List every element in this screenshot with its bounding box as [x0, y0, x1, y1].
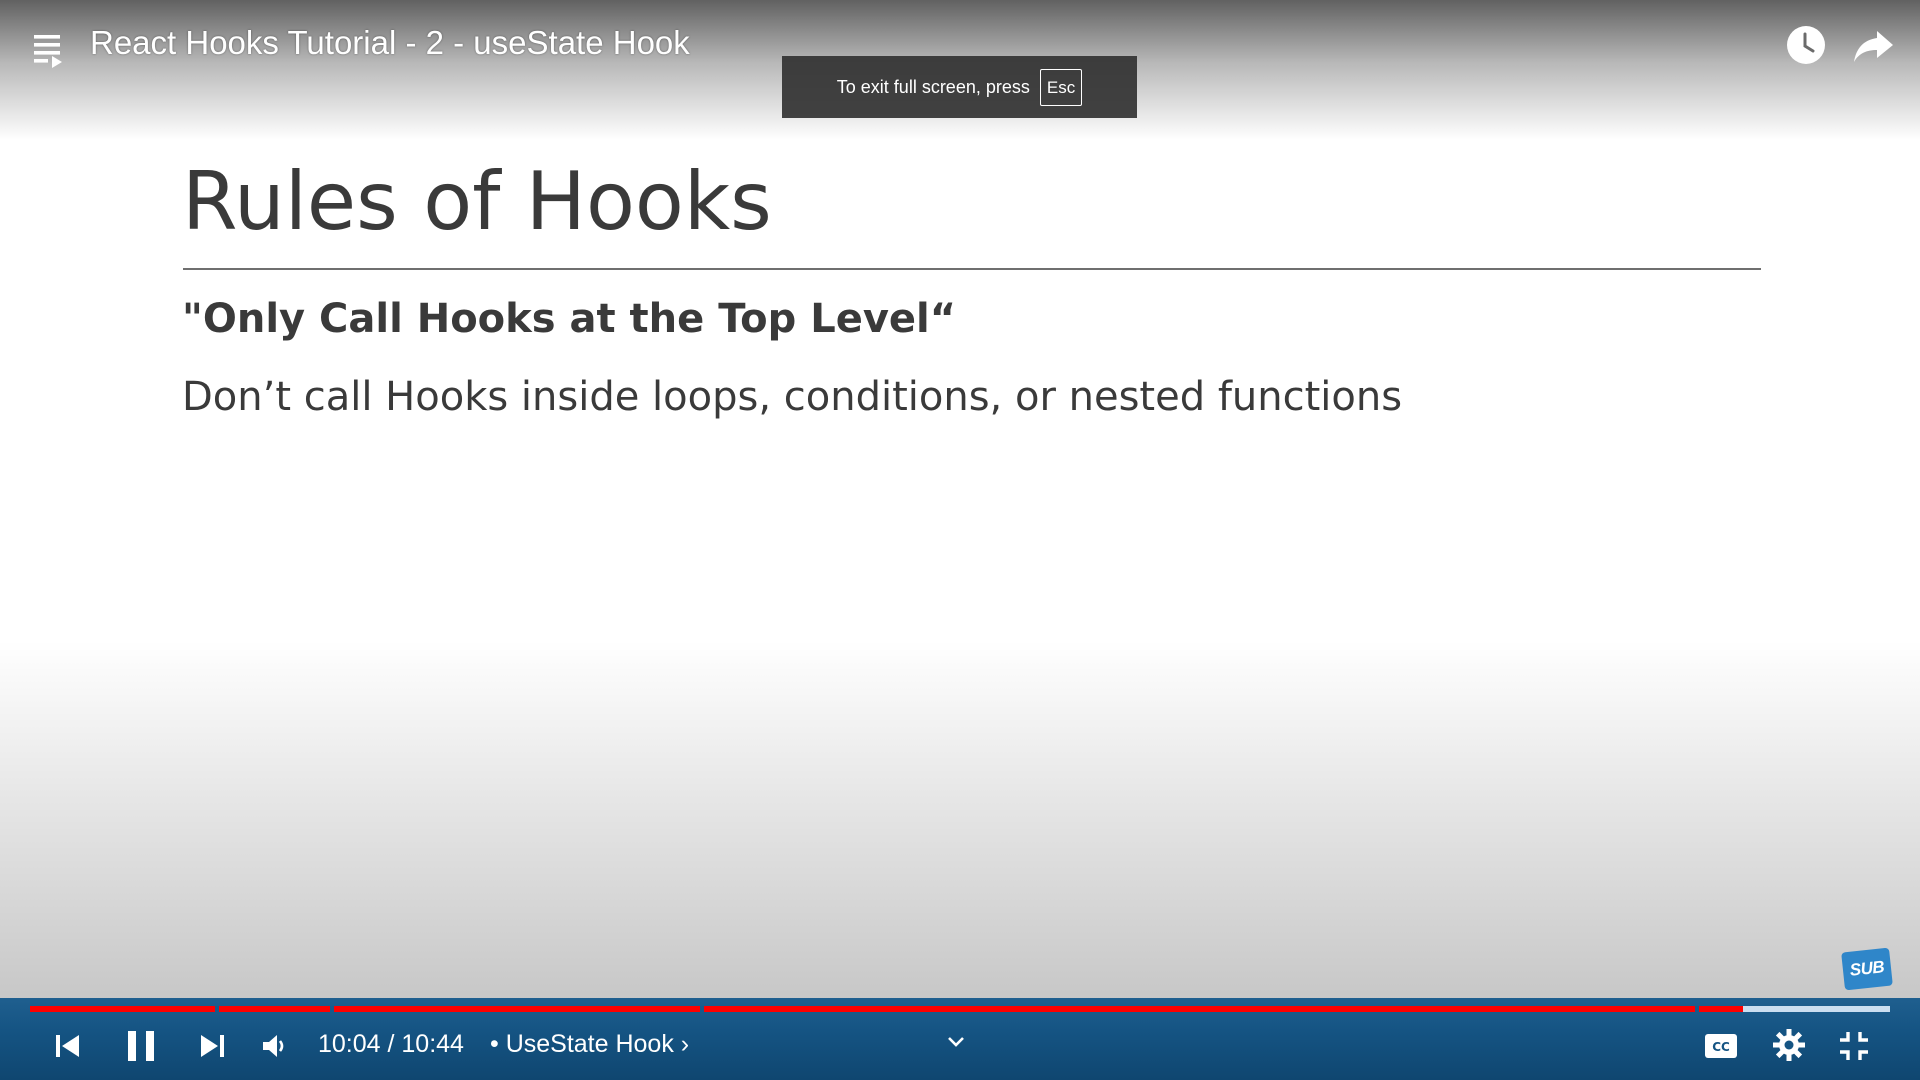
chapter-marker	[1695, 1006, 1699, 1012]
chapter-marker	[700, 1006, 704, 1012]
share-button[interactable]	[1850, 22, 1896, 68]
previous-video-button[interactable]	[48, 1028, 88, 1064]
chapter-marker	[215, 1006, 219, 1012]
skip-previous-icon	[56, 1035, 79, 1057]
exit-fullscreen-toast: To exit full screen, press Esc	[782, 56, 1137, 118]
playlist-icon[interactable]	[30, 28, 74, 72]
watch-later-button[interactable]	[1783, 22, 1829, 68]
video-frame[interactable]: Rules of Hooks "Only Call Hooks at the T…	[0, 0, 1920, 1080]
volume-button[interactable]	[258, 1027, 292, 1065]
esc-key-hint: Esc	[1039, 68, 1083, 106]
volume-icon	[263, 1035, 284, 1057]
chapter-title-button[interactable]: • UseState Hook ›	[490, 1030, 689, 1059]
pause-icon	[128, 1031, 154, 1061]
closed-captions-icon: CC	[1705, 1034, 1737, 1058]
chapter-marker	[330, 1006, 334, 1012]
subscribe-badge[interactable]: SUB	[1841, 947, 1893, 991]
settings-button[interactable]	[1770, 1026, 1808, 1064]
svg-text:CC: CC	[1712, 1040, 1730, 1054]
slide-body-text: Don’t call Hooks inside loops, condition…	[182, 374, 1403, 420]
gear-icon	[1773, 1029, 1805, 1061]
exit-fullscreen-icon	[1840, 1032, 1868, 1060]
exit-fullscreen-button[interactable]	[1836, 1028, 1872, 1064]
skip-next-icon	[201, 1035, 224, 1057]
slide-subheading: "Only Call Hooks at the Top Level“	[182, 296, 957, 342]
time-display: 10:04 / 10:44	[318, 1030, 464, 1058]
video-player[interactable]: Rules of Hooks "Only Call Hooks at the T…	[0, 0, 1920, 1080]
expand-controls-button[interactable]	[944, 1028, 968, 1056]
clock-icon	[1787, 26, 1825, 64]
next-video-button[interactable]	[192, 1028, 232, 1064]
share-arrow-icon	[1854, 31, 1893, 62]
toast-message: To exit full screen, press	[836, 76, 1030, 97]
video-title[interactable]: React Hooks Tutorial - 2 - useState Hook	[90, 24, 690, 62]
chevron-down-icon	[948, 1037, 964, 1047]
slide-divider	[183, 268, 1761, 270]
progress-bar[interactable]	[30, 1006, 1890, 1012]
pause-button[interactable]	[120, 1025, 162, 1067]
slide-title: Rules of Hooks	[182, 155, 772, 248]
captions-button[interactable]: CC	[1703, 1032, 1739, 1060]
progress-buffered	[1743, 1006, 1890, 1012]
progress-played	[30, 1006, 1743, 1012]
